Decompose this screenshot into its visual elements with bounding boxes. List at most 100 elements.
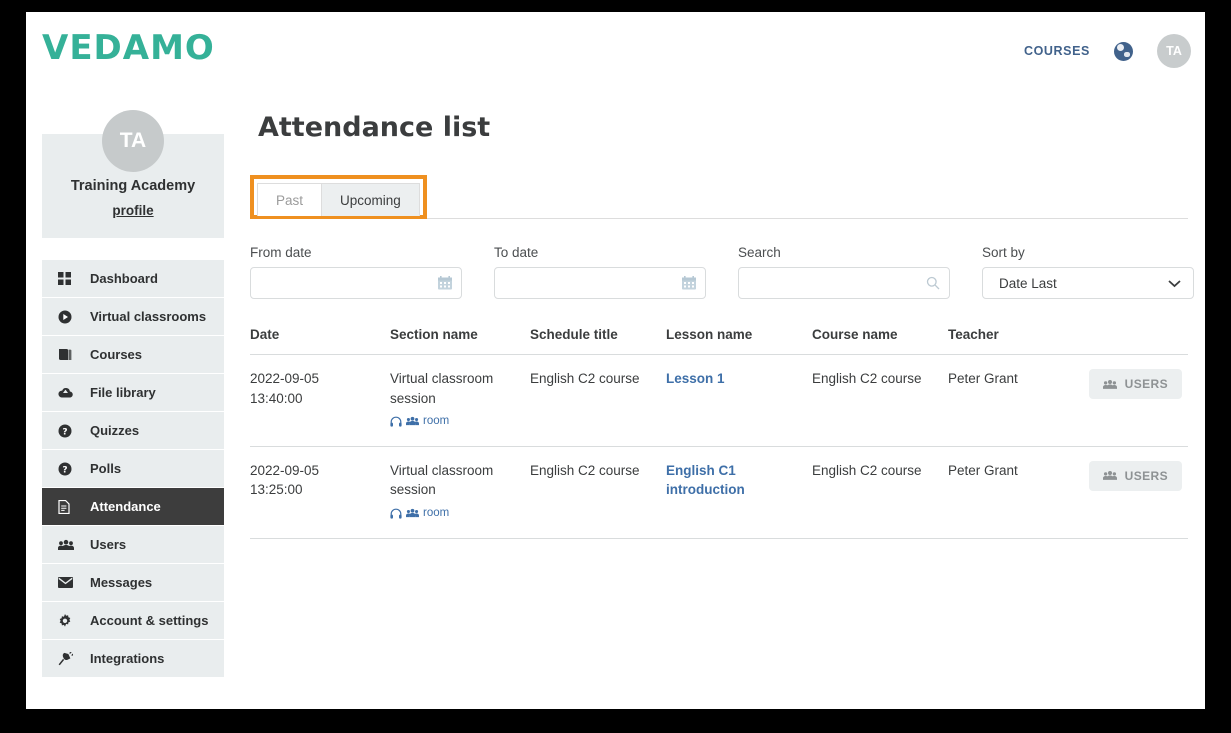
filter-sort-by: Sort by Date Last [982, 245, 1194, 299]
page-title: Attendance list [258, 112, 491, 143]
nav-courses-link[interactable]: COURSES [1024, 44, 1090, 58]
table-header-row: Date Section name Schedule title Lesson … [250, 327, 1188, 355]
cell-date: 2022-09-05 13:25:00 [250, 446, 390, 539]
profile-name: Training Academy [70, 178, 196, 194]
attendance-table: Date Section name Schedule title Lesson … [250, 327, 1188, 539]
cloud-upload-icon [58, 387, 80, 399]
search-field[interactable] [738, 267, 950, 299]
sidebar-item-label: Integrations [90, 651, 165, 666]
envelope-icon [58, 577, 80, 588]
from-date-field[interactable] [250, 267, 462, 299]
filter-search: Search [738, 245, 950, 299]
question-icon: ? [58, 424, 80, 438]
users-icon [406, 416, 419, 426]
sidebar-item-integrations[interactable]: Integrations [42, 640, 224, 678]
to-date-label: To date [494, 245, 539, 260]
chevron-down-icon [1168, 276, 1181, 291]
top-nav: COURSES TA [1024, 34, 1191, 68]
column-header-schedule: Schedule title [530, 327, 666, 355]
users-button[interactable]: USERS [1088, 460, 1182, 491]
users-button-label: USERS [1124, 468, 1168, 483]
room-indicator[interactable]: room [390, 413, 530, 430]
question-icon: ? [58, 462, 80, 476]
grid-icon [58, 272, 80, 285]
sidebar-item-polls[interactable]: ? Polls [42, 450, 224, 488]
column-header-course: Course name [812, 327, 948, 355]
column-header-action [1060, 327, 1188, 355]
body-wrap: TA Training Academy profile Dashboard Vi… [26, 90, 1205, 678]
cell-schedule-title: English C2 course [530, 354, 666, 447]
users-button-label: USERS [1124, 377, 1168, 391]
column-header-lesson: Lesson name [666, 327, 812, 355]
users-button[interactable]: USERS [1088, 369, 1182, 399]
column-header-teacher: Teacher [948, 327, 1060, 355]
avatar[interactable]: TA [1157, 34, 1191, 68]
column-header-section: Section name [390, 327, 530, 355]
filter-bar: From date To date Search Sort by Date La… [250, 245, 1205, 299]
sidebar-item-messages[interactable]: Messages [42, 564, 224, 602]
cell-action: USERS [1060, 446, 1188, 539]
tab-upcoming[interactable]: Upcoming [322, 183, 420, 216]
svg-text:?: ? [62, 427, 67, 437]
tabs-highlight-box: Past Upcoming [250, 175, 427, 219]
book-icon [58, 348, 80, 361]
sidebar-item-users[interactable]: Users [42, 526, 224, 564]
sidebar-item-label: Polls [90, 461, 122, 476]
users-icon [1102, 379, 1117, 390]
users-icon [1102, 470, 1117, 481]
sidebar-item-courses[interactable]: Courses [42, 336, 224, 374]
users-icon [58, 539, 80, 551]
cell-date: 2022-09-05 13:40:00 [250, 354, 390, 447]
table-row: 2022-09-05 13:25:00 Virtual classroom se… [250, 446, 1188, 539]
cell-lesson-name: English C1 introduction [666, 446, 812, 539]
sidebar-item-label: Attendance [90, 499, 161, 514]
sort-by-value: Date Last [999, 275, 1057, 291]
sidebar-item-label: Users [90, 537, 127, 552]
from-date-label: From date [250, 245, 312, 260]
sort-by-label: Sort by [982, 245, 1025, 260]
play-circle-icon [58, 310, 80, 324]
cell-teacher: Peter Grant [948, 446, 1060, 539]
main-content: Attendance list Past Upcoming From date [232, 90, 1205, 678]
cell-section: Virtual classroom session room [390, 446, 530, 539]
headphones-icon [390, 416, 402, 427]
gear-icon [58, 613, 80, 628]
cell-lesson-name: Lesson 1 [666, 354, 812, 447]
sidebar-item-label: Messages [90, 575, 153, 590]
column-header-date: Date [250, 327, 390, 355]
cell-course-name: English C2 course [812, 446, 948, 539]
app-frame: VEDAMO COURSES TA TA Training Academy pr… [26, 12, 1205, 709]
globe-icon[interactable] [1114, 41, 1133, 61]
lesson-link[interactable]: Lesson 1 [666, 371, 725, 386]
profile-avatar: TA [102, 110, 164, 172]
headphones-icon [390, 508, 402, 519]
sidebar-menu: Dashboard Virtual classrooms Courses Fil… [42, 260, 224, 678]
tab-past[interactable]: Past [257, 183, 323, 216]
room-label: room [423, 415, 450, 428]
sidebar-item-virtual-classrooms[interactable]: Virtual classrooms [42, 298, 224, 336]
section-name-text: Virtual classroom session [390, 371, 494, 406]
profile-link[interactable]: profile [112, 203, 153, 218]
from-date-input[interactable] [251, 268, 461, 298]
cell-teacher: Peter Grant [948, 354, 1060, 447]
svg-text:?: ? [62, 465, 67, 475]
sidebar-item-label: Dashboard [90, 271, 158, 286]
to-date-input[interactable] [495, 268, 705, 298]
sort-by-select[interactable]: Date Last [982, 267, 1194, 299]
sidebar-item-file-library[interactable]: File library [42, 374, 224, 412]
to-date-field[interactable] [494, 267, 706, 299]
tab-bar: Past Upcoming [257, 182, 420, 216]
search-input[interactable] [739, 268, 949, 298]
filter-from-date: From date [250, 245, 462, 299]
sidebar-item-attendance[interactable]: Attendance [42, 488, 224, 526]
sidebar-item-label: File library [90, 385, 156, 400]
sidebar-item-label: Virtual classrooms [90, 309, 207, 324]
document-icon [58, 499, 80, 514]
plug-icon [58, 651, 80, 666]
lesson-link[interactable]: English C1 introduction [666, 463, 745, 498]
cell-action: USERS [1060, 354, 1188, 447]
sidebar-item-quizzes[interactable]: ? Quizzes [42, 412, 224, 450]
room-indicator[interactable]: room [390, 505, 530, 522]
sidebar-item-account-settings[interactable]: Account & settings [42, 602, 224, 640]
sidebar-item-dashboard[interactable]: Dashboard [42, 260, 224, 298]
